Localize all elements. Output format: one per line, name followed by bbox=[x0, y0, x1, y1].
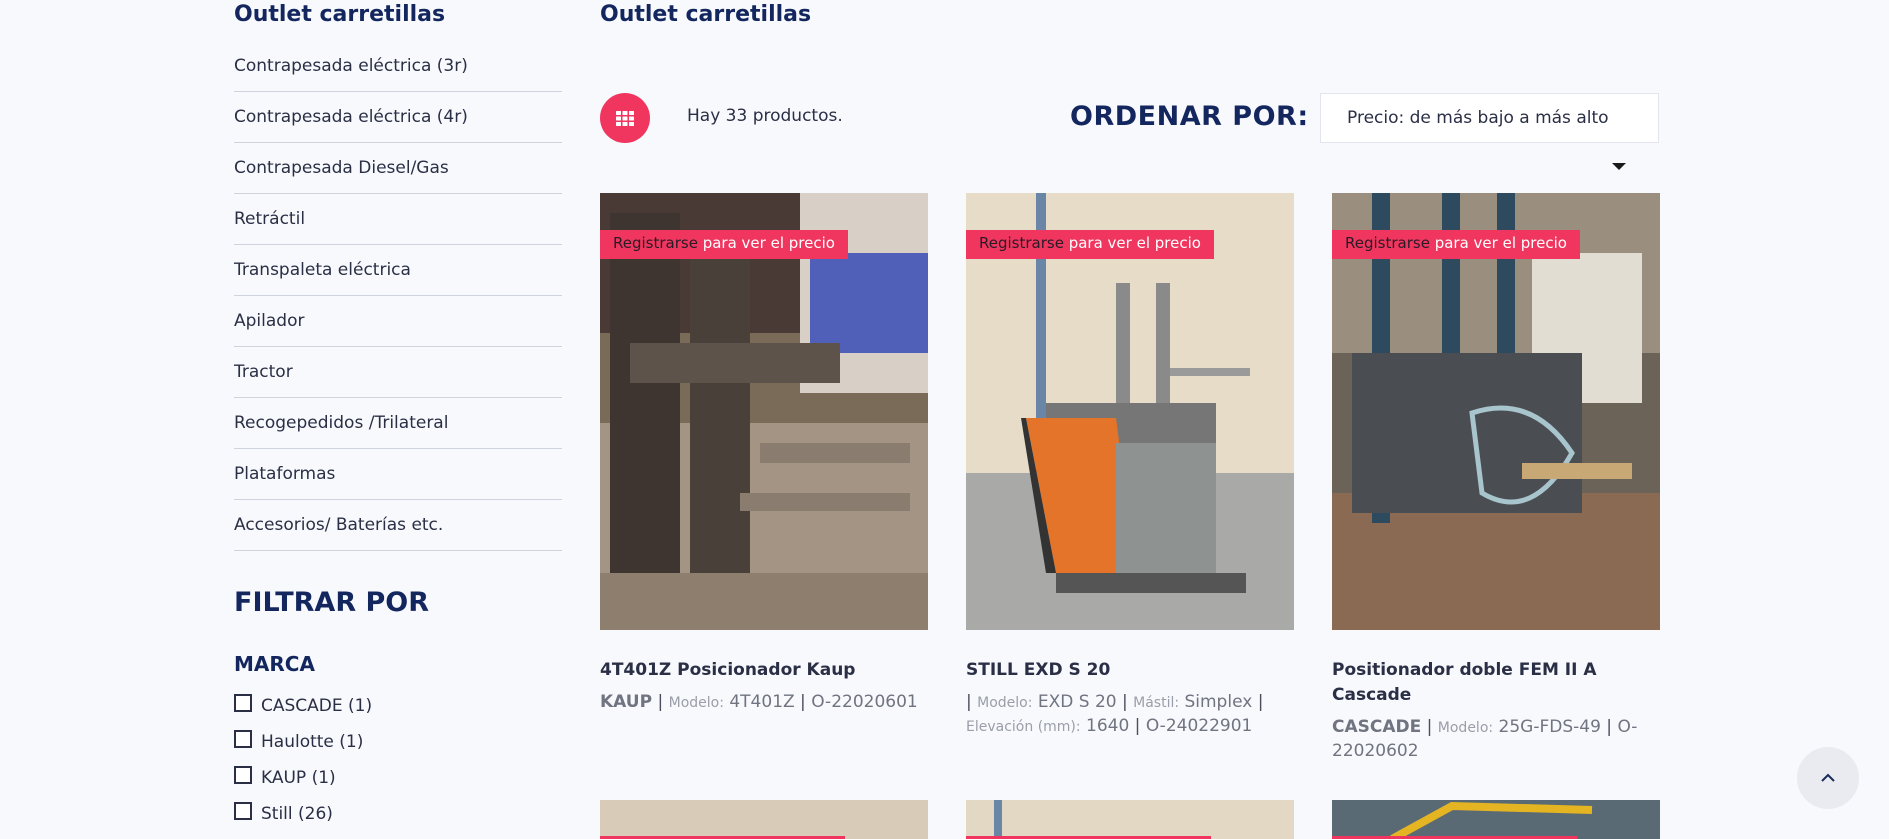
badge-text: para ver el precio bbox=[1429, 234, 1567, 252]
product-ref: O-22020601 bbox=[811, 692, 918, 712]
product-elevation: 1640 bbox=[1086, 716, 1130, 736]
product-model: 4T401Z bbox=[729, 692, 795, 712]
price-login-badge[interactable]: Registrarse para ver el precio bbox=[600, 230, 848, 259]
category-item[interactable]: Transpaleta eléctrica bbox=[234, 245, 562, 296]
product-card[interactable] bbox=[1332, 800, 1660, 839]
category-item[interactable]: Recogepedidos /Trilateral bbox=[234, 398, 562, 449]
category-item[interactable]: Contrapesada eléctrica (3r) bbox=[234, 52, 562, 92]
back-to-top-button[interactable] bbox=[1797, 747, 1859, 809]
grid-icon bbox=[616, 111, 634, 126]
checkbox[interactable] bbox=[234, 730, 252, 748]
product-ref: O-24022901 bbox=[1145, 716, 1253, 736]
brand-filter-label: Still (26) bbox=[261, 804, 333, 824]
badge-text: para ver el precio bbox=[1063, 234, 1201, 252]
mast-label: Mástil: bbox=[1133, 695, 1180, 711]
product-model: EXD S 20 bbox=[1037, 692, 1117, 712]
product-image bbox=[966, 800, 1294, 839]
grid-view-button[interactable] bbox=[600, 93, 650, 143]
product-name[interactable]: 4T401Z Posicionador Kaup bbox=[600, 658, 928, 683]
product-image[interactable]: Registrarse para ver el precio bbox=[966, 193, 1294, 630]
register-link[interactable]: Registrarse bbox=[979, 234, 1064, 252]
sidebar: Outlet carretillas Contrapesada eléctric… bbox=[234, 0, 562, 832]
product-card: Registrarse para ver el precio Positiona… bbox=[1332, 193, 1660, 763]
product-listing: Outlet carretillas Hay 33 productos. ORD… bbox=[600, 0, 1660, 839]
category-item[interactable]: Contrapesada eléctrica (4r) bbox=[234, 92, 562, 143]
chevron-up-icon bbox=[1821, 773, 1835, 782]
category-list: Contrapesada eléctrica (3r) Contrapesada… bbox=[234, 52, 562, 551]
product-image[interactable]: Registrarse para ver el precio bbox=[600, 193, 928, 630]
product-card[interactable] bbox=[600, 800, 928, 839]
listing-toolbar: Hay 33 productos. ORDENAR POR: Precio: d… bbox=[600, 93, 1660, 143]
brand-filter-option[interactable]: CASCADE (1) bbox=[234, 688, 562, 724]
sort-label: ORDENAR POR: bbox=[1070, 101, 1309, 132]
model-label: Modelo: bbox=[977, 695, 1033, 711]
brand-filter-list: CASCADE (1) Haulotte (1) KAUP (1) Still … bbox=[234, 688, 562, 832]
checkbox[interactable] bbox=[234, 694, 252, 712]
brand-filter-option[interactable]: Haulotte (1) bbox=[234, 724, 562, 760]
model-label: Modelo: bbox=[668, 695, 724, 711]
product-image bbox=[1332, 800, 1660, 839]
elevation-label: Elevación (mm): bbox=[966, 719, 1081, 735]
category-item[interactable]: Retráctil bbox=[234, 194, 562, 245]
badge-text: para ver el precio bbox=[697, 234, 835, 252]
brand-filter-label: CASCADE (1) bbox=[261, 696, 373, 716]
caret-down-icon[interactable] bbox=[1612, 163, 1626, 170]
product-meta: CASCADE | Modelo: 25G-FDS-49 | O-2202060… bbox=[1332, 717, 1638, 761]
brand-filter-label: Haulotte (1) bbox=[261, 732, 364, 752]
product-model: 25G-FDS-49 bbox=[1498, 717, 1601, 737]
price-login-badge[interactable]: Registrarse para ver el precio bbox=[1332, 230, 1580, 259]
page-title: Outlet carretillas bbox=[600, 2, 812, 27]
brand-filter-option[interactable]: Still (26) bbox=[234, 796, 562, 832]
sidebar-title: Outlet carretillas bbox=[234, 2, 446, 27]
product-card: Registrarse para ver el precio 4T401Z Po… bbox=[600, 193, 928, 715]
category-item[interactable]: Apilador bbox=[234, 296, 562, 347]
brand-filter-label: KAUP (1) bbox=[261, 768, 336, 788]
filter-title: FILTRAR POR bbox=[234, 587, 430, 618]
register-link[interactable]: Registrarse bbox=[613, 234, 698, 252]
category-item[interactable]: Contrapesada Diesel/Gas bbox=[234, 143, 562, 194]
brand-filter-title: MARCA bbox=[234, 652, 315, 676]
category-item[interactable]: Plataformas bbox=[234, 449, 562, 500]
product-brand: KAUP bbox=[600, 692, 653, 712]
product-name[interactable]: Positionador doble FEM II A Cascade bbox=[1332, 658, 1660, 708]
checkbox[interactable] bbox=[234, 802, 252, 820]
register-link[interactable]: Registrarse bbox=[1345, 234, 1430, 252]
product-card[interactable] bbox=[966, 800, 1294, 839]
category-item[interactable]: Accesorios/ Baterías etc. bbox=[234, 500, 562, 551]
sort-dropdown[interactable]: Precio: de más bajo a más alto bbox=[1320, 93, 1659, 143]
brand-filter-option[interactable]: KAUP (1) bbox=[234, 760, 562, 796]
product-meta: | Modelo: EXD S 20 | Mástil: Simplex | E… bbox=[966, 692, 1264, 736]
price-login-badge[interactable]: Registrarse para ver el precio bbox=[966, 230, 1214, 259]
product-mast: Simplex bbox=[1184, 692, 1253, 712]
category-item[interactable]: Tractor bbox=[234, 347, 562, 398]
product-count: Hay 33 productos. bbox=[687, 106, 843, 126]
product-brand: CASCADE bbox=[1332, 717, 1422, 737]
product-card: Registrarse para ver el precio STILL EXD… bbox=[966, 193, 1294, 739]
product-meta: KAUP | Modelo: 4T401Z | O-22020601 bbox=[600, 692, 918, 712]
model-label: Modelo: bbox=[1437, 720, 1494, 736]
product-image[interactable]: Registrarse para ver el precio bbox=[1332, 193, 1660, 630]
checkbox[interactable] bbox=[234, 766, 252, 784]
product-image bbox=[600, 800, 928, 839]
product-name[interactable]: STILL EXD S 20 bbox=[966, 658, 1294, 683]
